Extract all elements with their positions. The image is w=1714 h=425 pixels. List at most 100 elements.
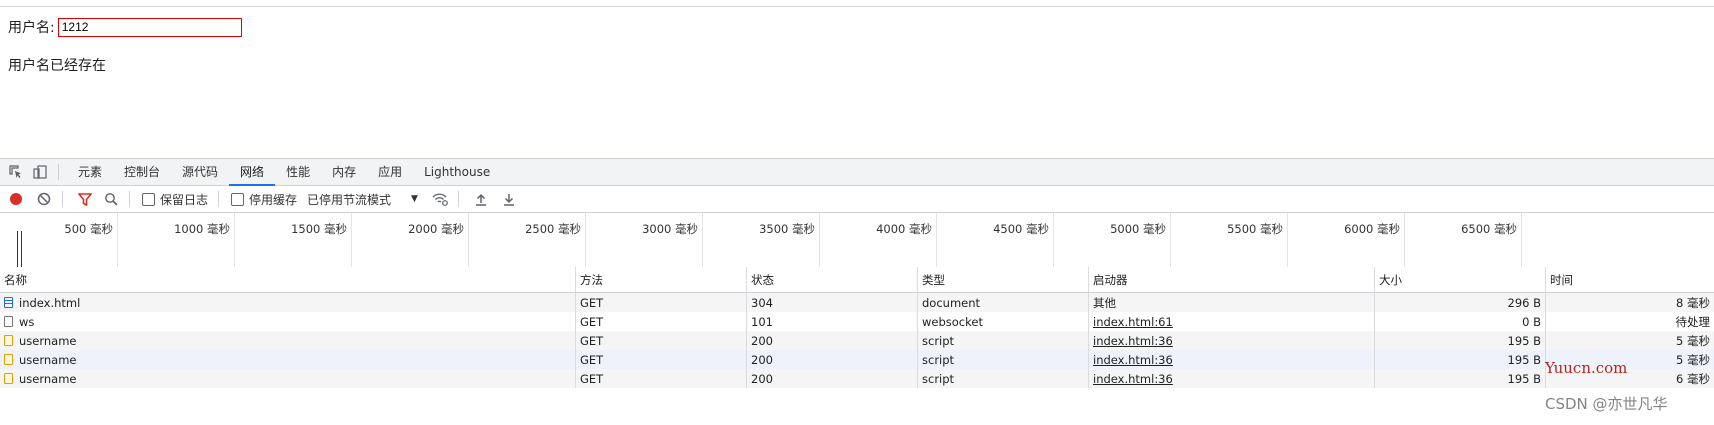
toolbar-separator: [62, 191, 63, 207]
timeline-tick-label: 2000 毫秒: [408, 222, 464, 236]
timeline-tick-label: 1000 毫秒: [174, 222, 230, 236]
tab-network[interactable]: 网络: [229, 159, 276, 186]
tab-lighthouse[interactable]: Lighthouse: [413, 159, 501, 185]
timeline-tick-label: 4500 毫秒: [993, 222, 1049, 236]
yuucn-watermark: Yuucn.com: [1545, 359, 1628, 377]
method-text: GET: [580, 333, 604, 348]
method-text: GET: [580, 314, 604, 329]
cell-time: 待处理: [1546, 312, 1714, 331]
inspect-element-icon[interactable]: [8, 164, 24, 180]
column-size[interactable]: 大小: [1375, 267, 1546, 292]
checkbox-box[interactable]: [231, 192, 245, 206]
script-icon: [4, 335, 13, 346]
clear-icon[interactable]: [36, 191, 52, 207]
preserve-log-label: 保留日志: [160, 192, 209, 207]
time-text: 5 毫秒: [1676, 333, 1710, 348]
timeline-tick-label: 4000 毫秒: [876, 222, 932, 236]
username-input[interactable]: [57, 17, 242, 37]
table-row[interactable]: username GET 200 script index.html:36 195 B 5 …: [0, 350, 1714, 369]
import-har-icon[interactable]: [473, 191, 489, 207]
cell-method: GET: [576, 312, 747, 331]
cell-name: ws: [0, 312, 576, 331]
tab-application[interactable]: 应用: [367, 159, 413, 185]
timeline-tick-label: 5500 毫秒: [1227, 222, 1283, 236]
cell-method: GET: [576, 331, 747, 350]
name-text: ws: [19, 314, 35, 329]
cell-initiator: 其他: [1089, 293, 1375, 312]
tab-separator: [58, 164, 59, 180]
disable-cache-checkbox[interactable]: 停用缓存: [231, 191, 297, 208]
websocket-icon: [4, 316, 13, 327]
name-text: index.html: [19, 295, 81, 310]
cell-status: 200: [747, 350, 918, 369]
timeline-tick-label: 3500 毫秒: [759, 222, 815, 236]
status-text: 101: [751, 314, 773, 329]
tab-elements[interactable]: 元素: [67, 159, 113, 185]
cell-initiator[interactable]: index.html:36: [1089, 350, 1375, 369]
cell-type: script: [918, 331, 1089, 350]
cell-method: GET: [576, 293, 747, 312]
cell-status: 101: [747, 312, 918, 331]
cell-status: 200: [747, 331, 918, 350]
web-page: 用户名: 用户名已经存在: [0, 0, 1714, 158]
initiator-text: index.html:36: [1093, 371, 1173, 386]
device-toolbar-icon[interactable]: [32, 164, 48, 180]
checkbox-box[interactable]: [142, 192, 155, 206]
column-method[interactable]: 方法: [576, 267, 747, 292]
type-text: script: [922, 371, 955, 386]
throttling-select[interactable]: 已停用节流模式 ▼: [307, 191, 418, 208]
dropdown-arrow-icon: ▼: [411, 194, 418, 204]
column-time[interactable]: 时间: [1546, 267, 1714, 292]
cell-name: username: [0, 369, 576, 388]
script-icon: [4, 354, 13, 365]
status-text: 200: [751, 352, 773, 367]
username-row: 用户名:: [8, 16, 242, 38]
table-row[interactable]: username GET 200 script index.html:36 195 B 6 …: [0, 369, 1714, 388]
table-row[interactable]: ws GET 101 websocket index.html:61 0 B 待处理: [0, 312, 1714, 331]
throttling-label: 已停用节流模式: [307, 192, 392, 207]
search-icon[interactable]: [103, 191, 119, 207]
preserve-log-checkbox[interactable]: 保留日志: [142, 191, 208, 208]
type-text: websocket: [922, 314, 983, 329]
devtools-panel: 元素 控制台 源代码 网络 性能 内存 应用 Lighthouse 保留日志 停…: [0, 158, 1714, 425]
size-text: 195 B: [1507, 371, 1542, 386]
network-conditions-icon[interactable]: [432, 191, 448, 207]
timeline-tick-label: 1500 毫秒: [291, 222, 347, 236]
size-text: 0 B: [1522, 314, 1541, 329]
status-text: 200: [751, 333, 773, 348]
cell-initiator[interactable]: index.html:61: [1089, 312, 1375, 331]
timeline-tick-label: 6500 毫秒: [1461, 222, 1517, 236]
disable-cache-label: 停用缓存: [249, 192, 298, 207]
tab-console[interactable]: 控制台: [113, 159, 171, 185]
table-row[interactable]: username GET 200 script index.html:36 195 B 5 …: [0, 331, 1714, 350]
cell-initiator[interactable]: index.html:36: [1089, 369, 1375, 388]
toolbar-separator: [129, 191, 130, 207]
cell-method: GET: [576, 350, 747, 369]
cell-type: script: [918, 369, 1089, 388]
initiator-text: index.html:61: [1093, 314, 1173, 329]
time-text: 5 毫秒: [1676, 352, 1710, 367]
record-icon[interactable]: [8, 191, 24, 207]
column-status[interactable]: 状态: [747, 267, 918, 292]
network-request-table: 名称 方法 状态 类型 启动器 大小 时间 index.html GET 304 do…: [0, 267, 1714, 388]
column-type[interactable]: 类型: [918, 267, 1089, 292]
filter-icon[interactable]: [77, 191, 93, 207]
cell-name: index.html: [0, 293, 576, 312]
tab-sources[interactable]: 源代码: [171, 159, 229, 185]
type-text: script: [922, 352, 955, 367]
table-row[interactable]: index.html GET 304 document 其他 296 B 8 毫秒: [0, 293, 1714, 312]
cell-type: script: [918, 350, 1089, 369]
timeline-tick-label: 3000 毫秒: [642, 222, 698, 236]
tab-performance[interactable]: 性能: [275, 159, 321, 185]
network-toolbar: 保留日志 停用缓存 已停用节流模式 ▼: [0, 186, 1714, 213]
cell-time: 8 毫秒: [1546, 293, 1714, 312]
column-initiator[interactable]: 启动器: [1089, 267, 1375, 292]
cell-method: GET: [576, 369, 747, 388]
tab-memory[interactable]: 内存: [321, 159, 367, 185]
cell-initiator[interactable]: index.html:36: [1089, 331, 1375, 350]
export-har-icon[interactable]: [501, 191, 517, 207]
column-name[interactable]: 名称: [0, 267, 576, 292]
size-text: 195 B: [1507, 352, 1542, 367]
table-body: index.html GET 304 document 其他 296 B 8 毫秒 ws GET…: [0, 293, 1714, 388]
timeline-tick-label: 2500 毫秒: [525, 222, 581, 236]
